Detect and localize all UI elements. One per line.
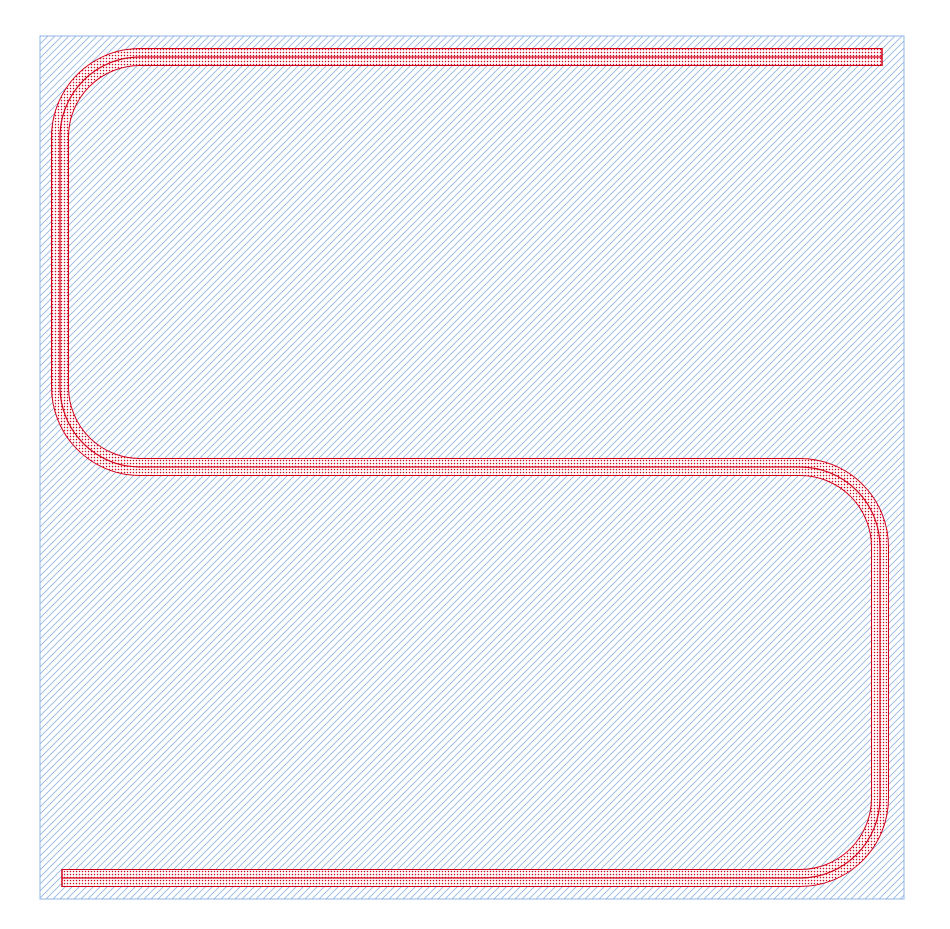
layout-canvas	[39, 35, 905, 900]
